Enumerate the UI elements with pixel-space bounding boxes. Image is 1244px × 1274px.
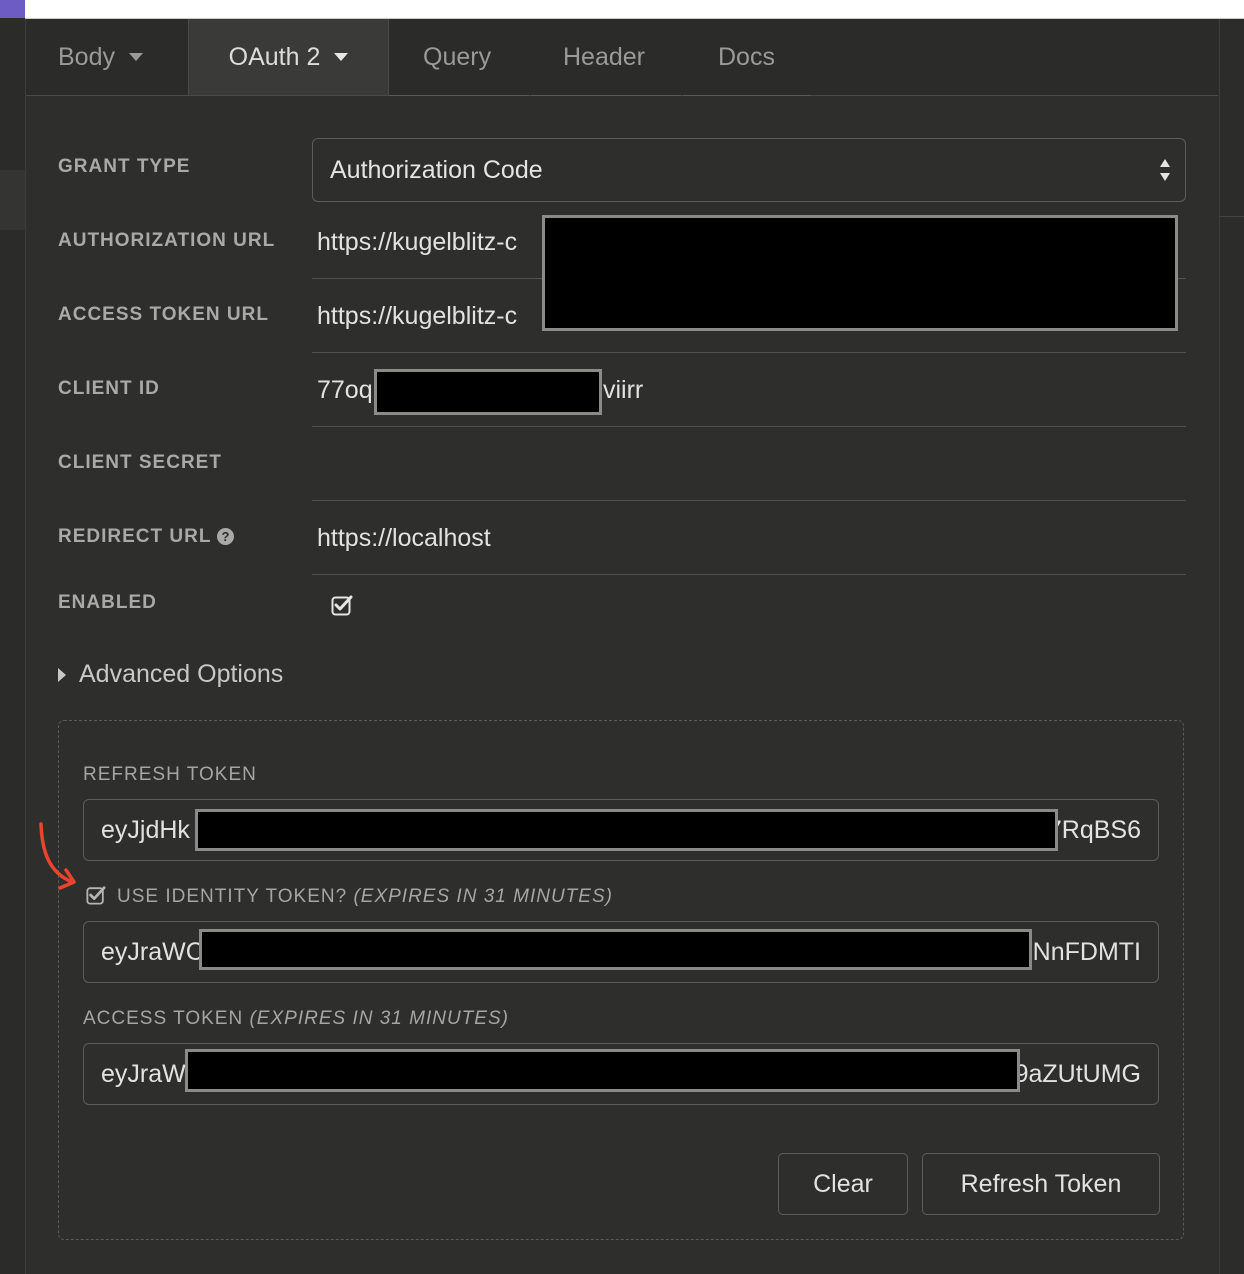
access-token-label-text: ACCESS TOKEN (83, 1008, 244, 1029)
refresh-token-start: eyJjdHk (101, 816, 190, 844)
grant-type-value: Authorization Code (330, 156, 543, 184)
clear-button[interactable]: Clear (778, 1153, 908, 1215)
redaction-block (199, 929, 1032, 970)
tab-query-label: Query (423, 42, 492, 71)
access-token-url-value: https://kugelblitz-c (317, 302, 518, 330)
advanced-options-toggle[interactable]: Advanced Options (58, 660, 283, 689)
client-id-value-end: viirr (603, 376, 644, 404)
grant-type-label: GRANT TYPE (58, 156, 191, 177)
tab-header[interactable]: Header (563, 19, 645, 95)
redirect-url-label: REDIRECT URL? (58, 526, 235, 548)
tab-body[interactable]: Body (58, 19, 143, 95)
tab-divider (389, 95, 529, 96)
window-accent (0, 0, 25, 18)
tab-oauth2[interactable]: OAuth 2 (188, 19, 389, 95)
refresh-token-label: REFRESH TOKEN (83, 764, 257, 785)
refresh-token-end: 7RqBS6 (1047, 816, 1141, 844)
redirect-url-value: https://localhost (317, 524, 491, 552)
identity-token-start: eyJraWC (101, 938, 204, 966)
authorization-url-value: https://kugelblitz-c (317, 228, 518, 256)
caret-right-icon (58, 667, 66, 682)
right-gutter (1219, 19, 1244, 1274)
authorization-url-label: AUTHORIZATION URL (58, 230, 276, 251)
refresh-token-button[interactable]: Refresh Token (922, 1153, 1160, 1215)
redaction-block (374, 369, 602, 415)
top-strip (25, 0, 1244, 19)
identity-token-expiry: (EXPIRES IN 31 MINUTES) (353, 886, 613, 907)
access-token-start: eyJraW (101, 1060, 186, 1088)
tab-divider (683, 95, 811, 96)
tab-query[interactable]: Query (423, 19, 491, 95)
client-secret-field[interactable] (312, 428, 1186, 501)
redaction-block (195, 809, 1058, 851)
redirect-url-label-text: REDIRECT URL (58, 526, 212, 547)
grant-type-select[interactable]: Authorization Code (312, 138, 1186, 202)
client-secret-label: CLIENT SECRET (58, 452, 222, 473)
access-token-expiry: (EXPIRES IN 31 MINUTES) (249, 1008, 509, 1029)
identity-token-end: NnFDMTI (1032, 938, 1141, 966)
tab-docs-label: Docs (718, 42, 775, 71)
tab-bar: Body OAuth 2 Query Header Docs (26, 19, 1218, 96)
client-id-label: CLIENT ID (58, 378, 160, 399)
identity-token-label-text: USE IDENTITY TOKEN? (117, 886, 348, 907)
enabled-checkbox-icon[interactable] (331, 594, 353, 616)
redirect-url-field[interactable]: https://localhost (312, 502, 1186, 575)
right-gutter-divider (1219, 216, 1244, 217)
chevron-down-icon (334, 53, 349, 61)
client-id-value-start: 77oq (317, 376, 373, 404)
tab-body-label: Body (58, 42, 115, 71)
redaction-block (542, 215, 1178, 331)
advanced-options-label: Advanced Options (79, 660, 284, 688)
question-circle-icon[interactable]: ? (217, 528, 235, 545)
tab-oauth2-label: OAuth 2 (228, 42, 321, 71)
left-gutter-marker (0, 170, 25, 230)
tab-divider (531, 95, 681, 96)
access-token-label: ACCESS TOKEN (EXPIRES IN 31 MINUTES) (83, 1008, 509, 1030)
chevron-down-icon (128, 53, 143, 61)
access-token-end: 9aZUtUMG (1014, 1060, 1141, 1088)
identity-token-checkbox-icon[interactable] (86, 885, 106, 905)
redaction-block (185, 1049, 1020, 1092)
access-token-url-label: ACCESS TOKEN URL (58, 304, 269, 325)
annotation-arrow-icon (39, 822, 76, 890)
enabled-label: ENABLED (58, 592, 157, 613)
tab-header-label: Header (563, 42, 645, 71)
identity-token-label: USE IDENTITY TOKEN? (EXPIRES IN 31 MINUT… (117, 886, 613, 908)
tab-docs[interactable]: Docs (718, 19, 775, 95)
select-arrows-icon (1160, 159, 1170, 181)
